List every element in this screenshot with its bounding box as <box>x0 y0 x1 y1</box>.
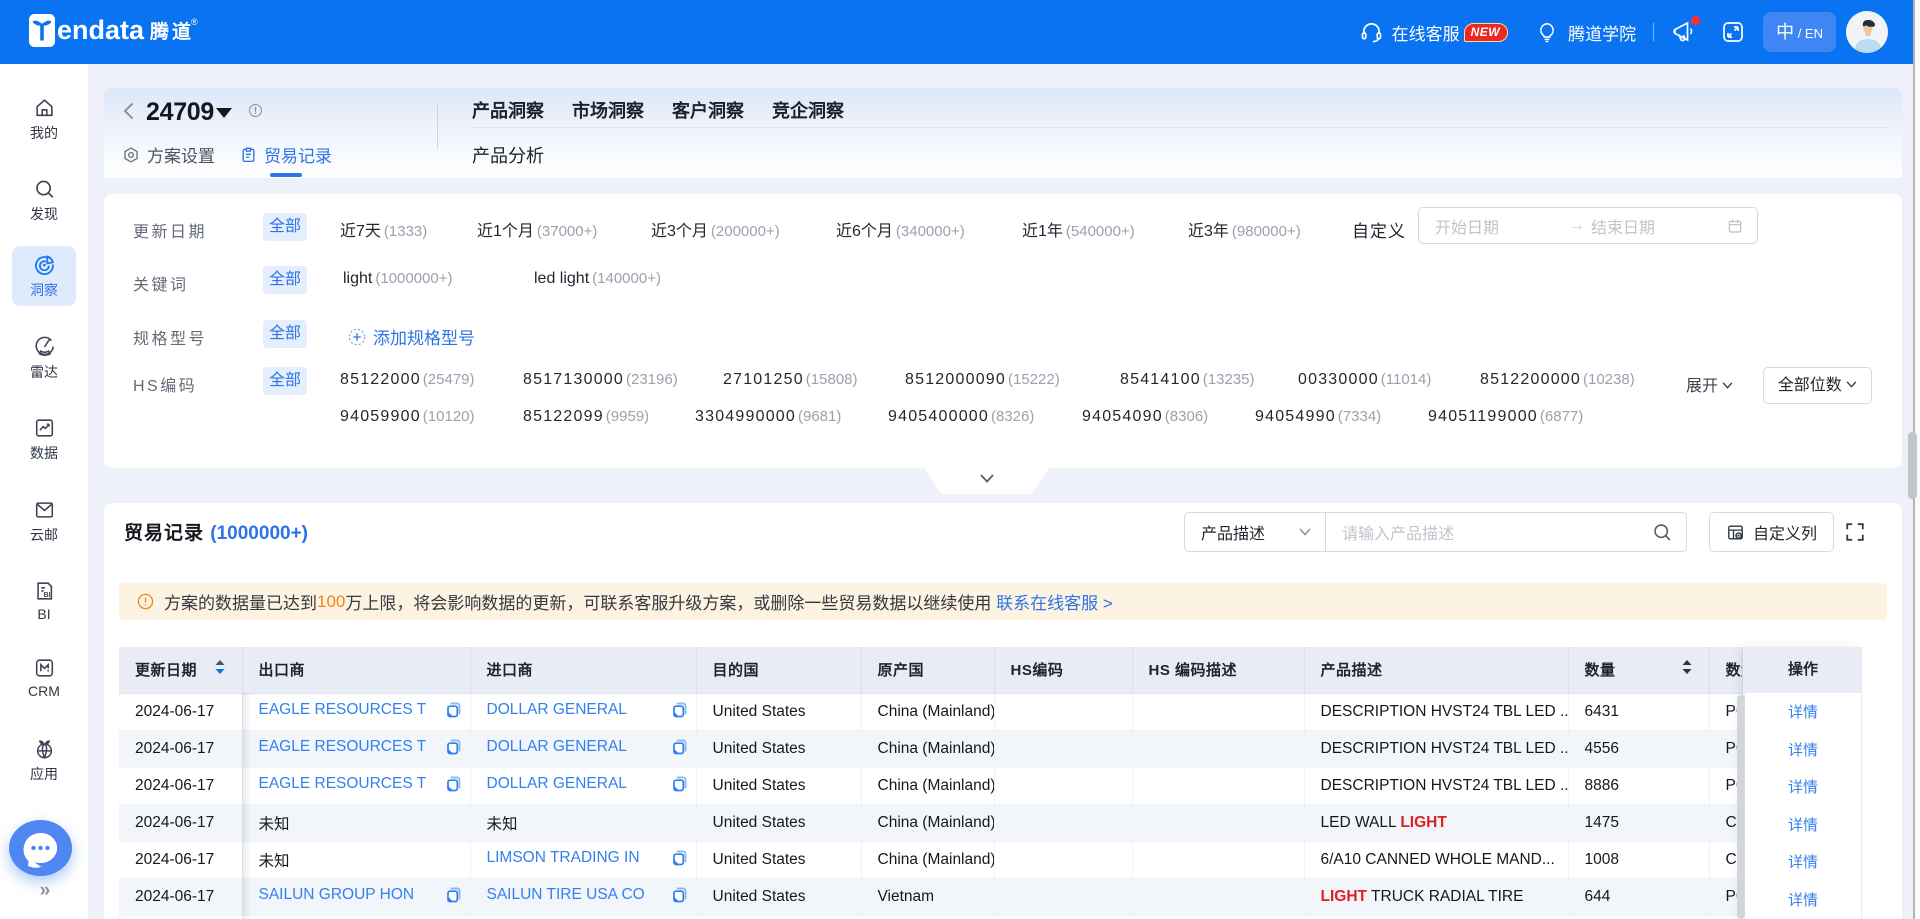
svg-text:BI: BI <box>43 592 50 599</box>
